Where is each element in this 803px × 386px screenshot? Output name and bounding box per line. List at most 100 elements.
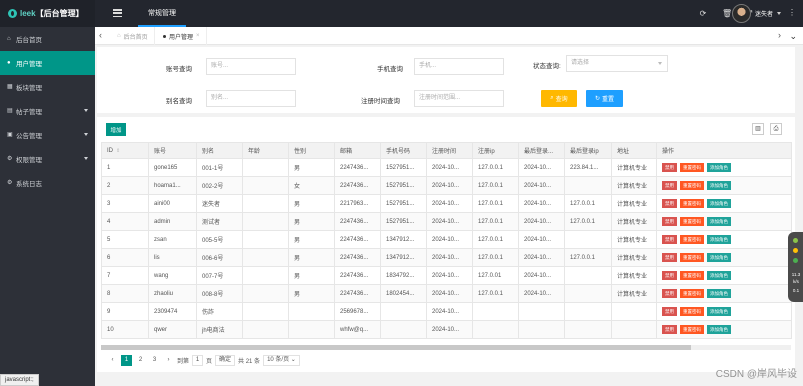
column-header[interactable]: ID ⇕ (101, 142, 149, 159)
add-role-button[interactable]: 添加角色 (707, 307, 731, 316)
refresh-icon[interactable]: ⟳ (699, 9, 707, 18)
table-cell: 伤詐 (196, 302, 243, 321)
user-menu[interactable]: 迷失者 (731, 4, 781, 23)
add-role-button[interactable]: 添加角色 (707, 253, 731, 262)
table-row[interactable]: 6 lis 006-6号男 2247436... 1347912... 2024-10..… (101, 248, 792, 267)
table-row[interactable]: 1 gone165 001-1号男 2247436... 1527951... 2024-… (101, 158, 792, 177)
status-select[interactable]: 请选择 (566, 55, 668, 72)
table-cell: 2247436... (334, 176, 381, 195)
chevron-down-icon[interactable]: ⌄ (789, 32, 797, 41)
add-role-button[interactable]: 添加角色 (707, 217, 731, 226)
table-cell: 5 (101, 230, 149, 249)
reset-password-button[interactable]: 重置密码 (680, 253, 704, 262)
top-nav-regular[interactable]: 常规管理 (138, 0, 186, 27)
page-1[interactable]: 1 (121, 355, 132, 366)
table-row[interactable]: 10 qwer jh电商法 whfw@q... 2024-10... 禁用 重置密码 添加角色 (101, 320, 792, 339)
horizontal-scrollbar[interactable] (101, 345, 791, 350)
table-row[interactable]: 7 wang 007-7号男 2247436... 1834792... 2024-10.… (101, 266, 792, 285)
chevron-left-icon[interactable]: ‹ (99, 31, 102, 40)
table-row[interactable]: 4 admin 测试者男 2247436... 1527951... 2024-10...… (101, 212, 792, 231)
table-row[interactable]: 9 2309474 伤詐 2569678... 2024-10... 禁用 重置密码 添加角色 (101, 302, 792, 321)
disable-user-button[interactable]: 禁用 (662, 289, 677, 298)
tab-home[interactable]: ⌂ 后台首页 (111, 27, 155, 45)
disable-user-button[interactable]: 禁用 (662, 271, 677, 280)
reset-password-button[interactable]: 重置密码 (680, 307, 704, 316)
add-role-button[interactable]: 添加角色 (707, 199, 731, 208)
sidebar-item-boards[interactable]: ▦ 板块管理 (0, 75, 95, 99)
logo-prefix: leek (20, 9, 36, 18)
reset-password-button[interactable]: 重置密码 (680, 235, 704, 244)
chevron-down-icon[interactable] (777, 12, 781, 15)
more-vertical-icon[interactable]: ⋮ (788, 9, 796, 17)
page-2[interactable]: 2 (135, 355, 146, 366)
sidebar-item-users[interactable]: ● 用户管理 (0, 51, 95, 75)
reset-password-button[interactable]: 重置密码 (680, 325, 704, 334)
reset-password-button[interactable]: 重置密码 (680, 181, 704, 190)
sidebar-item-permissions[interactable]: ⚙ 权限管理 (0, 147, 95, 171)
disable-user-button[interactable]: 禁用 (662, 181, 677, 190)
columns-filter-icon[interactable]: ▥ (752, 123, 764, 135)
network-speed-widget[interactable]: 11.3 k/s 0.1 (788, 232, 803, 302)
reset-button[interactable]: ↻ 重置 (586, 90, 623, 107)
chevron-right-icon[interactable]: › (778, 31, 781, 40)
disable-user-button[interactable]: 禁用 (662, 217, 677, 226)
table-cell: wang (148, 266, 197, 285)
register-time-input[interactable]: 注册时间范围... (414, 90, 504, 107)
sidebar-item-notices[interactable]: ▣ 公告管理 (0, 123, 95, 147)
table-cell: 1802454... (380, 284, 427, 303)
disable-user-button[interactable]: 禁用 (662, 307, 677, 316)
table-row[interactable]: 8 zhaoliu 008-8号男 2247436... 1802454... 2024-… (101, 284, 792, 303)
disable-user-button[interactable]: 禁用 (662, 325, 677, 334)
table-row[interactable]: 2 hoama1... 002-2号女 2247436... 1527951... 202… (101, 176, 792, 195)
table-cell (380, 302, 427, 321)
goto-confirm-button[interactable]: 确定 (215, 355, 236, 366)
goto-page-input[interactable]: 1 (192, 355, 204, 366)
disable-user-button[interactable]: 禁用 (662, 199, 677, 208)
page-prev[interactable]: ‹ (107, 355, 118, 366)
print-icon[interactable]: ⎙ (770, 123, 782, 135)
sidebar-item-posts[interactable]: ▤ 帖子管理 (0, 99, 95, 123)
page-3[interactable]: 3 (149, 355, 160, 366)
user-name[interactable]: 迷失者 (755, 9, 773, 18)
sidebar-item-logs[interactable]: ⚙ 系统日志 (0, 171, 95, 195)
page-next[interactable]: › (163, 355, 174, 366)
table-cell: 2024-10... (426, 158, 473, 177)
avatar[interactable] (731, 4, 751, 23)
post-icon: ▤ (7, 108, 13, 114)
reset-password-button[interactable]: 重置密码 (680, 289, 704, 298)
table-row[interactable]: 5 zsan 005-5号男 2247436... 1347912... 2024-10.… (101, 230, 792, 249)
table-cell: 2247436... (334, 230, 381, 249)
tab-users[interactable]: 用户管理 × (157, 27, 207, 45)
add-role-button[interactable]: 添加角色 (707, 181, 731, 190)
close-icon[interactable]: × (196, 33, 200, 39)
add-role-button[interactable]: 添加角色 (707, 235, 731, 244)
table-cell: 10 (101, 320, 149, 339)
search-button[interactable]: ⌕ 查询 (541, 90, 577, 107)
sidebar-item-home[interactable]: ⌂ 后台首页 (0, 27, 95, 51)
table-cell: 006-6号 (196, 248, 243, 267)
table-cell (242, 176, 289, 195)
alias-input[interactable]: 别名... (206, 90, 296, 107)
scrollbar-thumb[interactable] (101, 345, 691, 350)
add-role-button[interactable]: 添加角色 (707, 163, 731, 172)
trash-icon[interactable]: 🗑︎ (722, 9, 732, 18)
page-size-select[interactable]: 10 条/页 ⌄ (263, 355, 300, 366)
disable-user-button[interactable]: 禁用 (662, 253, 677, 262)
account-input[interactable]: 账号... (206, 58, 296, 75)
reset-password-button[interactable]: 重置密码 (680, 163, 704, 172)
table-row[interactable]: 3 aini00 迷失者男 2217963... 1527951... 2024-10..… (101, 194, 792, 213)
reset-password-button[interactable]: 重置密码 (680, 271, 704, 280)
sort-icon[interactable]: ⇕ (116, 148, 120, 154)
add-role-button[interactable]: 添加角色 (707, 271, 731, 280)
add-role-button[interactable]: 添加角色 (707, 325, 731, 334)
reset-password-button[interactable]: 重置密码 (680, 199, 704, 208)
logo[interactable]: leek【后台管理】 (0, 0, 95, 27)
disable-user-button[interactable]: 禁用 (662, 235, 677, 244)
add-role-button[interactable]: 添加角色 (707, 289, 731, 298)
disable-user-button[interactable]: 禁用 (662, 163, 677, 172)
menu-toggle-icon[interactable] (113, 9, 122, 18)
phone-input[interactable]: 手机... (414, 58, 504, 75)
add-button[interactable]: 增加 (106, 123, 126, 136)
reset-password-button[interactable]: 重置密码 (680, 217, 704, 226)
phone-label: 手机查询 (377, 66, 403, 73)
